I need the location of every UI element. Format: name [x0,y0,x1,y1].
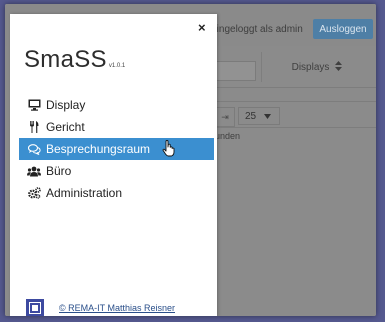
brand-name: SmaSS [24,46,107,73]
sidebar-item-gericht[interactable]: Gericht [19,116,214,138]
displays-column-header[interactable]: Displays [261,52,372,82]
sidebar-item-besprechungsraum[interactable]: Besprechungsraum [19,138,214,160]
sidebar-item-label: Administration [46,186,123,200]
sidebar-item-buero[interactable]: Büro [19,160,214,182]
close-sidebar-button[interactable]: × [198,20,206,35]
table-info-text: unden [215,131,241,141]
chat-icon [27,143,41,155]
sidebar-item-label: Gericht [46,120,85,134]
app-window: Eingeloggt als admin Ausloggen Displays … [5,4,376,316]
divider [205,127,376,128]
page-size-select[interactable]: 25 [238,107,280,125]
filter-input[interactable] [215,61,256,81]
sidebar-footer: © REMA-IT Matthias Reisner [26,299,175,316]
sidebar-item-display[interactable]: Display [19,94,214,116]
monitor-icon [27,99,41,111]
pager-last-button[interactable]: ⇥ [215,107,235,127]
divider [205,87,376,88]
column-header-label: Displays [291,61,330,73]
sidebar-item-administration[interactable]: Administration [19,182,214,204]
copyright-link[interactable]: © REMA-IT Matthias Reisner [59,303,175,313]
login-status-text: Eingeloggt als admin [210,24,303,35]
sidebar-item-label: Display [46,98,86,112]
brand-version: v1.0.1 [108,63,126,69]
logout-button[interactable]: Ausloggen [313,19,373,39]
brand: SmaSS v1.0.1 [24,46,125,74]
sort-icon [335,60,343,74]
sidebar-item-label: Büro [46,164,72,178]
fork-knife-icon [27,121,41,133]
users-icon [27,166,41,177]
chevron-down-icon [263,111,271,122]
sidebar-item-label: Besprechungsraum [46,142,151,156]
navigation-sidebar: × SmaSS v1.0.1 Display Gericht Besprechu… [10,14,217,316]
sidebar-menu: Display Gericht Besprechungsraum Büro Ad… [19,94,214,204]
divider [205,101,376,102]
page-size-value: 25 [245,111,257,122]
company-logo-icon [26,299,44,316]
cogs-icon [27,187,41,199]
hand-pointer-cursor-icon [162,140,176,162]
